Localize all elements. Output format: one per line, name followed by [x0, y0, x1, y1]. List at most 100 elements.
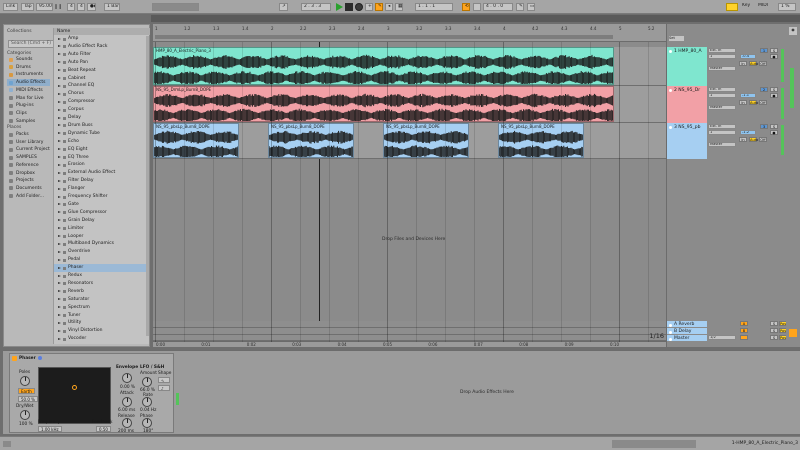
expand-triangle-icon[interactable]	[58, 282, 61, 285]
effect-list-item[interactable]: Drum Buss	[54, 122, 148, 130]
poles-knob[interactable]	[20, 376, 30, 386]
reenable-automation-button[interactable]: ◂	[385, 3, 393, 11]
device-hotswap-icon[interactable]	[38, 356, 42, 360]
return-track-name[interactable]: Master	[674, 336, 689, 341]
expand-triangle-icon[interactable]	[58, 242, 61, 245]
effect-list-item[interactable]: Corpus	[54, 106, 148, 114]
track-activator-button[interactable]: 3	[760, 124, 768, 129]
place-item[interactable]: Reference	[7, 162, 50, 169]
effect-list-item[interactable]: Flanger	[54, 185, 148, 193]
track-input-channel[interactable]: 1	[708, 54, 736, 59]
monitor-button[interactable]: Auto	[749, 137, 758, 142]
computer-keyboard-button[interactable]: ▭	[527, 3, 535, 11]
drywet-value[interactable]: 100 %	[19, 422, 33, 427]
loop-brace[interactable]	[155, 35, 613, 39]
overview-toggle[interactable]: ◉	[789, 27, 797, 35]
overdub-button[interactable]: +	[365, 3, 373, 11]
effect-list-item[interactable]: Utility	[54, 319, 148, 327]
expand-triangle-icon[interactable]	[58, 77, 61, 79]
monitor-button[interactable]: Off	[759, 100, 767, 105]
drywet-knob[interactable]	[20, 410, 30, 420]
expand-triangle-icon[interactable]	[58, 179, 61, 182]
category-item[interactable]: Sounds	[7, 56, 50, 63]
track-volume-field[interactable]: -0.4	[740, 54, 756, 59]
expand-triangle-icon[interactable]	[58, 163, 61, 166]
browser-toggle[interactable]	[3, 441, 11, 447]
track-input-channel[interactable]: 1	[708, 93, 736, 98]
effect-list-item[interactable]: Multiband Dynamics	[54, 240, 148, 248]
frequency-value[interactable]: 1.00 kHz	[38, 426, 62, 432]
audio-clip-3[interactable]: NS_95_pbsLp_Burn8_DOPE	[268, 123, 354, 158]
track-input-select[interactable]: Ext. In	[708, 87, 736, 92]
effect-list-item[interactable]: Compressor	[54, 98, 148, 106]
expand-triangle-icon[interactable]	[58, 37, 61, 40]
effect-list-item[interactable]: Grain Delay	[54, 217, 148, 225]
expand-triangle-icon[interactable]	[58, 124, 61, 127]
time-sig-denominator[interactable]: 4	[77, 3, 85, 11]
solo-button[interactable]: S	[770, 328, 778, 333]
effect-list-item[interactable]: Overdrive	[54, 248, 148, 256]
audio-clip-3[interactable]: NS_95_pbsLp_Burn8_DOPE	[498, 123, 584, 158]
release-value[interactable]: 200 ms	[118, 429, 134, 434]
monitor-button[interactable]: In	[739, 100, 747, 105]
expand-triangle-icon[interactable]	[58, 156, 61, 158]
place-item[interactable]: Projects	[7, 177, 50, 184]
category-item[interactable]: Clips	[7, 110, 50, 117]
browser-search-input[interactable]: Search (Cmd + F)	[8, 40, 56, 48]
return-track-name[interactable]: B Delay	[674, 329, 691, 334]
phase-knob[interactable]	[142, 418, 152, 428]
punch-in-button[interactable]	[473, 3, 481, 11]
quantize-menu[interactable]: 1 Bar	[104, 3, 120, 11]
category-item[interactable]: Samples	[7, 118, 50, 125]
track-header[interactable]: 2 NS_95_Dr	[667, 86, 707, 123]
key-map-button[interactable]	[726, 3, 738, 11]
place-item[interactable]: SAMPLES	[7, 154, 50, 161]
name-column-header[interactable]: Name	[54, 28, 150, 35]
monitor-button[interactable]: In	[739, 137, 747, 142]
effect-list-item[interactable]: Cabinet	[54, 75, 148, 83]
effect-list-item[interactable]: Saturator	[54, 296, 148, 304]
effect-list-item[interactable]: Glue Compressor	[54, 209, 148, 217]
loop-switch[interactable]: ⟲	[462, 3, 470, 11]
solo-button[interactable]: S	[770, 335, 778, 340]
expand-triangle-icon[interactable]	[58, 211, 61, 214]
effect-list-item[interactable]: Frequency Shifter	[54, 193, 148, 201]
arm-button[interactable]: ●	[770, 130, 778, 135]
category-item[interactable]: Plug-ins	[7, 102, 50, 109]
effect-list-item[interactable]: Spectrum	[54, 304, 148, 312]
rate-knob[interactable]	[142, 397, 152, 407]
expand-triangle-icon[interactable]	[58, 258, 61, 261]
category-item[interactable]: Instruments	[7, 71, 50, 78]
arrangement-overview[interactable]	[151, 15, 800, 22]
effect-list-item[interactable]: Amp	[54, 35, 148, 43]
tempo-nudge-icon[interactable]: ∥ ∥	[55, 4, 62, 10]
effect-list-item[interactable]: Channel EQ	[54, 82, 148, 90]
envelope-amount-knob[interactable]	[122, 373, 132, 383]
record-button[interactable]	[355, 3, 363, 11]
track-output-select[interactable]: Master	[708, 105, 736, 110]
draw-mode-button[interactable]: ✎	[516, 3, 524, 11]
effect-list-item[interactable]: Vocoder	[54, 335, 148, 343]
expand-triangle-icon[interactable]	[58, 171, 61, 174]
return-track-name[interactable]: A Reverb	[674, 322, 694, 327]
solo-button[interactable]: S	[770, 124, 778, 129]
place-item[interactable]: Current Project	[7, 146, 50, 153]
expand-triangle-icon[interactable]	[58, 203, 61, 206]
audio-clip-2[interactable]: NS_95_DrmLp_Burn8_DOPE	[153, 86, 614, 122]
track-activator-icon[interactable]	[669, 330, 672, 334]
place-item[interactable]: Packs	[7, 131, 50, 138]
return-track-header[interactable]: B Delay	[667, 328, 707, 334]
midi-map-label[interactable]: MIDI	[756, 3, 775, 11]
effect-list-item[interactable]: Resonators	[54, 280, 148, 288]
capture-button[interactable]: ▦	[395, 3, 403, 11]
loop-start-field[interactable]: 1 . 1 . 1	[415, 3, 453, 11]
category-item[interactable]: Max for Live	[7, 95, 50, 102]
shape-hz-button[interactable]: ♪	[158, 385, 170, 391]
audio-clip-1[interactable]: HMP_80_A_Electric_Piano_3	[153, 47, 614, 85]
effect-list-item[interactable]: EQ Eight	[54, 146, 148, 154]
expand-triangle-icon[interactable]	[58, 250, 61, 253]
expand-triangle-icon[interactable]	[58, 148, 61, 151]
effect-list-item[interactable]: Pedal	[54, 256, 148, 264]
track-input-select[interactable]: Ext. In	[708, 124, 736, 129]
arm-button[interactable]: ●	[770, 54, 778, 59]
